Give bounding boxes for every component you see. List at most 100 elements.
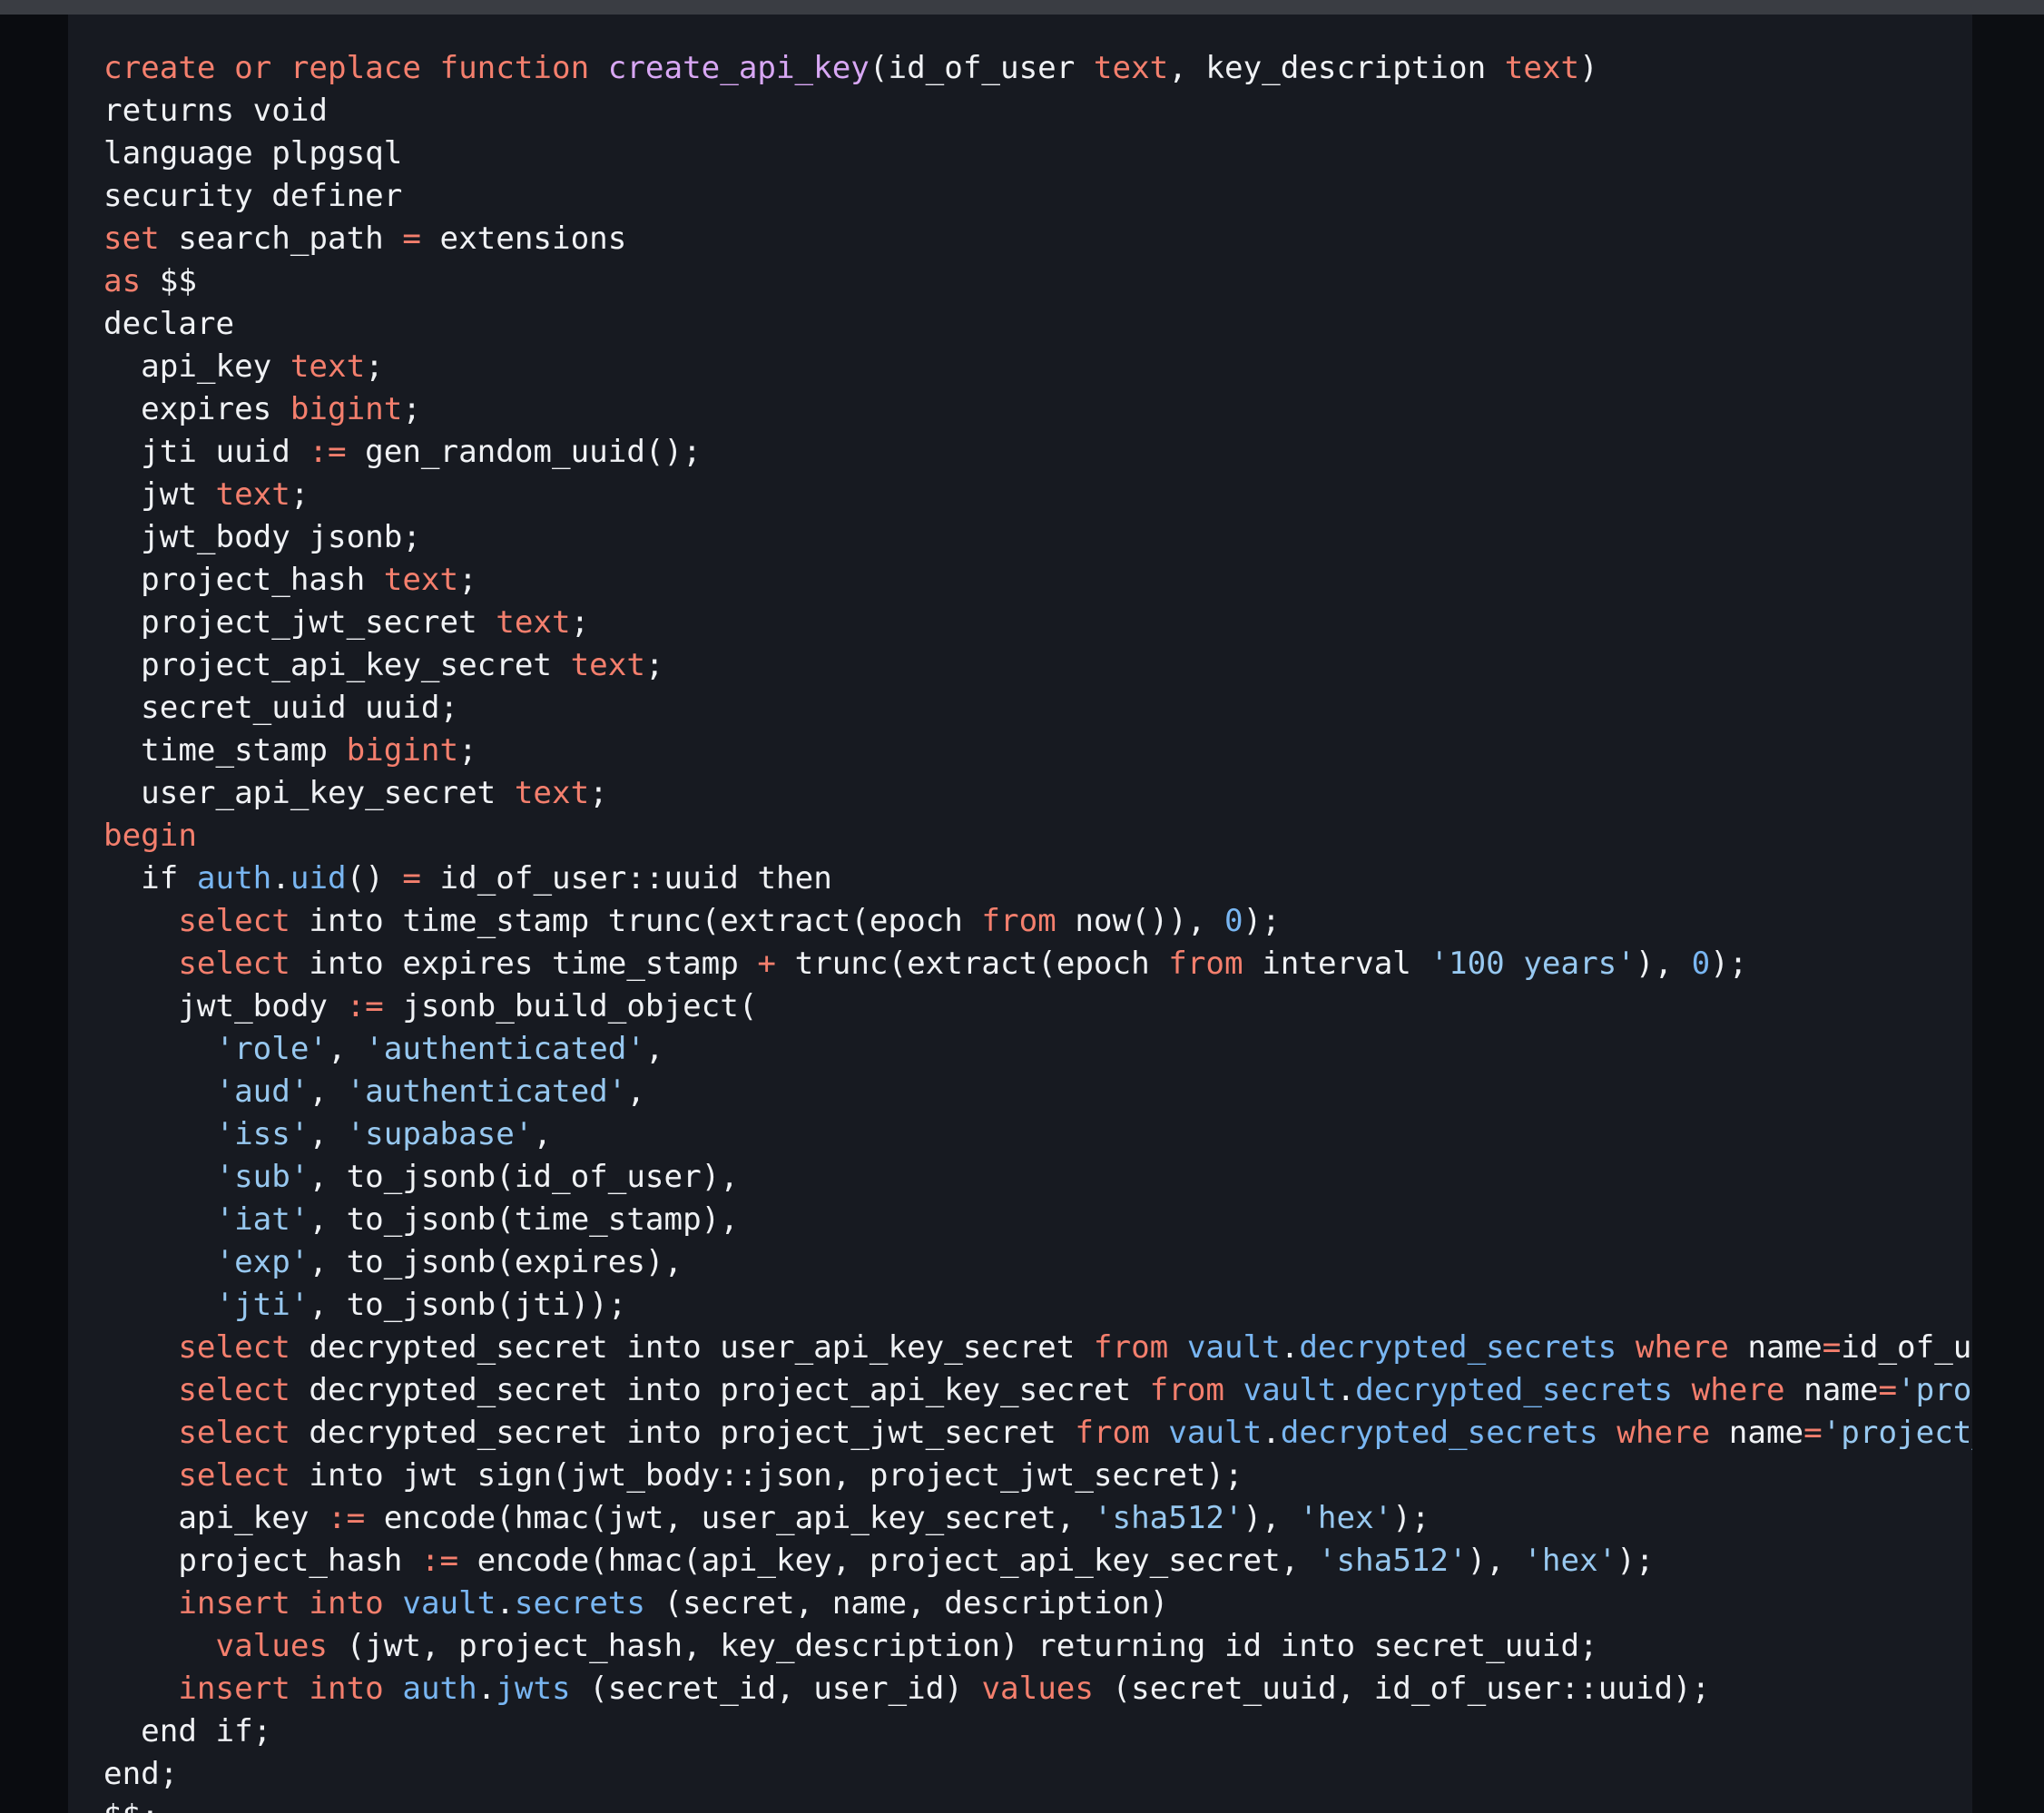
screenshot-root: create or replace function create_api_ke…: [0, 0, 2044, 1813]
code-string: 'iss': [215, 1116, 310, 1152]
code-number: 0: [1224, 903, 1243, 939]
code-keyword: from: [1149, 1372, 1224, 1408]
code-line: values (jwt, project_hash, key_descripti…: [103, 1625, 1972, 1668]
code-text: (secret_uuid, id_of_user::uuid);: [1093, 1671, 1711, 1707]
code-text: (secret_id, user_id): [570, 1671, 982, 1707]
code-keyword: select: [178, 946, 290, 982]
code-text: (secret, name, description): [644, 1585, 1169, 1622]
code-text: end if;: [103, 1713, 272, 1749]
code-text: user_api_key_secret: [103, 775, 515, 811]
code-line: end if;: [103, 1710, 1972, 1753]
code-text: ;: [458, 732, 477, 769]
code-text: ,: [309, 1073, 347, 1110]
code-line: select decrypted_secret into project_api…: [103, 1369, 1972, 1412]
code-text: );: [1710, 946, 1748, 982]
code-keyword: where: [1635, 1329, 1729, 1366]
code-text: decrypted_secret into user_api_key_secre…: [290, 1329, 1094, 1366]
code-text: ),: [1467, 1543, 1524, 1579]
code-string: 'jti': [215, 1287, 310, 1323]
code-line: user_api_key_secret text;: [103, 772, 1972, 815]
code-operator: =: [402, 220, 421, 257]
code-keyword: begin: [103, 818, 197, 854]
code-identifier: decrypted_secrets: [1299, 1329, 1617, 1366]
code-line: begin: [103, 815, 1972, 858]
code-text: project_jwt_secret: [103, 604, 496, 641]
code-text: (): [346, 860, 403, 897]
code-line: project_hash := encode(hmac(api_key, pro…: [103, 1540, 1972, 1583]
code-text: end;: [103, 1756, 179, 1792]
code-line: 'aud', 'authenticated',: [103, 1071, 1972, 1113]
code-line: select into time_stamp trunc(extract(epo…: [103, 900, 1972, 943]
code-text: api_key: [103, 1500, 328, 1536]
code-keyword: text: [290, 348, 366, 385]
code-line: select into jwt sign(jwt_body::json, pro…: [103, 1455, 1972, 1497]
code-text: $$: [141, 263, 197, 299]
code-text: security definer: [103, 178, 403, 214]
code-line: project_api_key_secret text;: [103, 644, 1972, 687]
code-line: jti uuid := gen_random_uuid();: [103, 431, 1972, 474]
code-line: insert into vault.secrets (secret, name,…: [103, 1583, 1972, 1625]
code-keyword: from: [1093, 1329, 1169, 1366]
code-identifier: jwts: [496, 1671, 571, 1707]
code-keyword: text: [1504, 50, 1580, 86]
code-keyword: text: [514, 775, 590, 811]
code-text: interval: [1243, 946, 1430, 982]
code-line: as $$: [103, 260, 1972, 303]
code-text: name: [1784, 1372, 1879, 1408]
code-line: end;: [103, 1753, 1972, 1796]
code-text: declare: [103, 306, 235, 342]
code-string: 'supabase': [346, 1116, 534, 1152]
code-line: jwt_body jsonb;: [103, 516, 1972, 559]
code-line: $$;: [103, 1796, 1972, 1813]
code-text: id_of_user::uuid then: [420, 860, 832, 897]
code-text: language plpgsql: [103, 135, 403, 172]
code-keyword: from: [981, 903, 1056, 939]
code-keyword: text: [1093, 50, 1169, 86]
code-line: 'jti', to_jsonb(jti));: [103, 1284, 1972, 1327]
code-text: ,: [626, 1073, 645, 1110]
code-text: , to_jsonb(time_stamp),: [309, 1201, 739, 1238]
code-string: 'project_api: [1897, 1372, 1972, 1408]
code-number: 0: [1691, 946, 1711, 982]
code-text: into expires time_stamp: [290, 946, 758, 982]
code-text: (jwt, project_hash, key_description) ret…: [328, 1628, 1598, 1664]
code-identifier: vault: [1186, 1329, 1281, 1366]
code-text: encode(hmac(api_key, project_api_key_sec…: [458, 1543, 1318, 1579]
code-text: name: [1710, 1415, 1804, 1451]
code-identifier: uid: [290, 860, 347, 897]
code-text: jwt_body: [103, 988, 347, 1024]
code-operator: +: [757, 946, 777, 982]
code-text: jwt_body jsonb;: [103, 519, 421, 555]
code-text: jsonb_build_object(: [383, 988, 758, 1024]
code-operator: =: [1803, 1415, 1823, 1451]
code-keyword: insert into: [178, 1585, 384, 1622]
code-text: now()),: [1056, 903, 1224, 939]
code-keyword: values: [215, 1628, 329, 1664]
code-text: );: [1392, 1500, 1430, 1536]
code-operator: :=: [346, 988, 384, 1024]
code-text: returns void: [103, 93, 328, 129]
code-line: select into expires time_stamp + trunc(e…: [103, 943, 1972, 985]
code-text: name: [1728, 1329, 1823, 1366]
code-text: ;: [570, 604, 590, 641]
code-text: jwt: [103, 476, 216, 513]
code-string: '100 years': [1430, 946, 1636, 982]
code-string: 'authenticated': [365, 1031, 645, 1067]
code-string: 'project_jwt_sec: [1822, 1415, 1972, 1451]
code-block[interactable]: create or replace function create_api_ke…: [68, 15, 1972, 1813]
code-identifier: vault: [1243, 1372, 1337, 1408]
code-keyword: text: [383, 562, 459, 598]
code-string: 'authenticated': [346, 1073, 627, 1110]
code-text: ;: [402, 391, 421, 427]
